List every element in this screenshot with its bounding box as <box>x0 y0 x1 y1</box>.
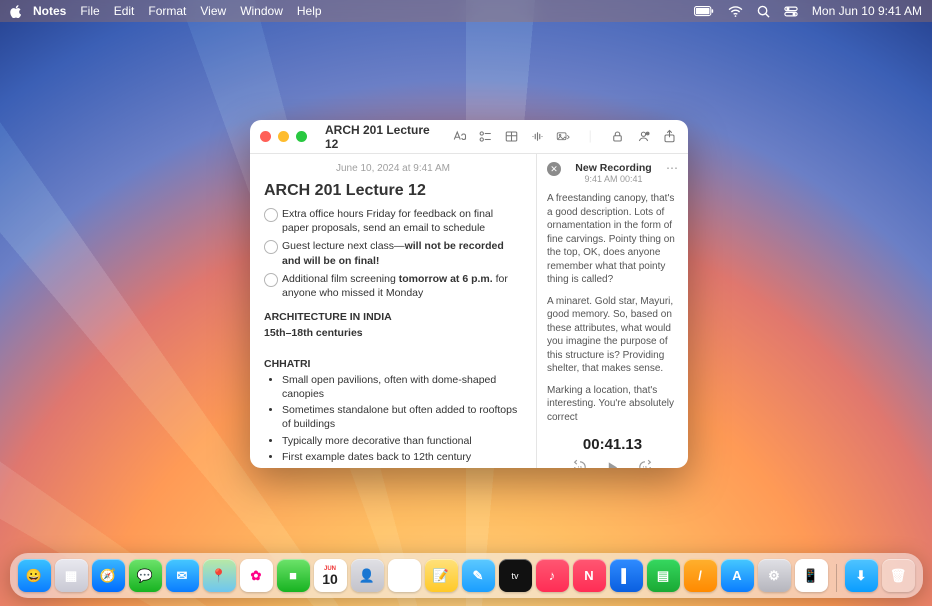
lock-button[interactable] <box>608 128 626 146</box>
dock-app-freeform[interactable]: ✎ <box>462 559 495 592</box>
window-minimize-button[interactable] <box>278 131 289 142</box>
dock-app-iphone[interactable]: 📱 <box>795 559 828 592</box>
window-zoom-button[interactable] <box>296 131 307 142</box>
menu-bar: Notes File Edit Format View Window Help … <box>0 0 932 22</box>
menu-format[interactable]: Format <box>148 4 186 18</box>
collaborate-button[interactable] <box>634 128 652 146</box>
checklist: Extra office hours Friday for feedback o… <box>264 207 522 300</box>
dock-app-messages[interactable]: 💬 <box>129 559 162 592</box>
panel-subtitle: 9:41 AM 00:41 <box>567 174 660 184</box>
menu-file[interactable]: File <box>80 4 99 18</box>
transcript-paragraph: A minaret. Gold star, Mayuri, good memor… <box>547 295 678 376</box>
spotlight-icon[interactable] <box>757 5 770 18</box>
dock-divider <box>836 564 837 592</box>
wifi-icon[interactable] <box>728 6 743 17</box>
bullet-item: Typically more decorative than functiona… <box>282 434 522 448</box>
dock-app-pages[interactable]: / <box>684 559 717 592</box>
transcript-paragraph: A freestanding canopy, that's a good des… <box>547 192 678 287</box>
dock-app-music[interactable]: ♪ <box>536 559 569 592</box>
dock-app-reminders[interactable]: ☰ <box>388 559 421 592</box>
dock-app-notes[interactable]: 📝 <box>425 559 458 592</box>
bullet-item: Sometimes standalone but often added to … <box>282 403 522 431</box>
more-button[interactable]: ⋯ <box>666 162 678 174</box>
dock-app-launchpad[interactable]: ▦ <box>55 559 88 592</box>
section-heading: CHHATRI <box>264 357 522 371</box>
traffic-lights <box>260 131 307 142</box>
transcript-text: A freestanding canopy, that's a good des… <box>537 188 688 436</box>
dock-wrap: 😀▦🧭💬✉︎📍✿■JUN10👤☰📝✎tv♪N▌▤/A⚙︎📱 ⬇︎🗑 <box>0 553 932 598</box>
media-button[interactable] <box>554 128 572 146</box>
svg-text:15: 15 <box>642 465 647 468</box>
bullet-item: Wide variation in materials used; orname… <box>282 466 522 468</box>
note-timestamp: June 10, 2024 at 9:41 AM <box>264 162 522 176</box>
dock-app-news[interactable]: N <box>573 559 606 592</box>
bullet-list: Small open pavilions, often with dome-sh… <box>264 373 522 468</box>
dock: 😀▦🧭💬✉︎📍✿■JUN10👤☰📝✎tv♪N▌▤/A⚙︎📱 ⬇︎🗑 <box>10 553 923 598</box>
clock[interactable]: Mon Jun 10 9:41 AM <box>812 4 922 18</box>
note-heading: ARCH 201 Lecture 12 <box>264 180 522 202</box>
dock-app-contacts[interactable]: 👤 <box>351 559 384 592</box>
dock-app-numbers[interactable]: ▤ <box>647 559 680 592</box>
menu-view[interactable]: View <box>200 4 226 18</box>
dock-app-settings[interactable]: ⚙︎ <box>758 559 791 592</box>
dock-app-maps[interactable]: 📍 <box>203 559 236 592</box>
menu-help[interactable]: Help <box>297 4 322 18</box>
svg-text:15: 15 <box>577 465 582 468</box>
time-display: 00:41.13 <box>583 436 642 453</box>
transcript-paragraph: Marking a location, that's interesting. … <box>547 384 678 425</box>
notes-window: ARCH 201 Lecture 12 ｜ June 10, 2024 at 9… <box>250 120 688 468</box>
dock-app-tv[interactable]: tv <box>499 559 532 592</box>
dock-app-trash[interactable]: 🗑 <box>882 559 915 592</box>
table-button[interactable] <box>502 128 520 146</box>
window-title: ARCH 201 Lecture 12 <box>325 123 434 151</box>
audio-button[interactable] <box>528 128 546 146</box>
format-button[interactable] <box>450 128 468 146</box>
panel-title: New Recording <box>567 162 660 174</box>
bullet-item: Small open pavilions, often with dome-sh… <box>282 373 522 401</box>
menu-window[interactable]: Window <box>240 4 283 18</box>
dock-app-downloads[interactable]: ⬇︎ <box>845 559 878 592</box>
dock-app-safari[interactable]: 🧭 <box>92 559 125 592</box>
dock-app-facetime[interactable]: ■ <box>277 559 310 592</box>
section-subheading: 15th–18th centuries <box>264 326 522 340</box>
checklist-item[interactable]: Guest lecture next class—will not be rec… <box>264 239 522 267</box>
separator: ｜ <box>584 128 596 145</box>
checklist-item[interactable]: Additional film screening tomorrow at 6 … <box>264 272 522 300</box>
dock-app-photos[interactable]: ✿ <box>240 559 273 592</box>
window-close-button[interactable] <box>260 131 271 142</box>
play-button[interactable] <box>606 461 619 469</box>
audio-player: 00:41.13 15 15 “” Done <box>537 436 688 468</box>
share-button[interactable] <box>660 128 678 146</box>
checklist-item[interactable]: Extra office hours Friday for feedback o… <box>264 207 522 235</box>
apple-menu[interactable] <box>10 5 23 18</box>
checklist-button[interactable] <box>476 128 494 146</box>
skip-back-button[interactable]: 15 <box>572 459 588 468</box>
dock-app-keynote[interactable]: ▌ <box>610 559 643 592</box>
app-menu[interactable]: Notes <box>33 4 66 18</box>
control-center-icon[interactable] <box>784 6 798 17</box>
bullet-item: First example dates back to 12th century <box>282 450 522 464</box>
dock-app-calendar[interactable]: JUN10 <box>314 559 347 592</box>
section-heading: ARCHITECTURE IN INDIA <box>264 310 522 324</box>
dock-app-appstore[interactable]: A <box>721 559 754 592</box>
transcript-panel: ✕ New Recording 9:41 AM 00:41 ⋯ A freest… <box>536 154 688 468</box>
skip-forward-button[interactable]: 15 <box>637 459 653 468</box>
close-panel-button[interactable]: ✕ <box>547 162 561 176</box>
title-bar: ARCH 201 Lecture 12 ｜ <box>250 120 688 154</box>
dock-app-finder[interactable]: 😀 <box>18 559 51 592</box>
menu-edit[interactable]: Edit <box>114 4 135 18</box>
dock-app-mail[interactable]: ✉︎ <box>166 559 199 592</box>
note-body[interactable]: June 10, 2024 at 9:41 AM ARCH 201 Lectur… <box>250 154 536 468</box>
battery-icon[interactable] <box>694 6 714 17</box>
